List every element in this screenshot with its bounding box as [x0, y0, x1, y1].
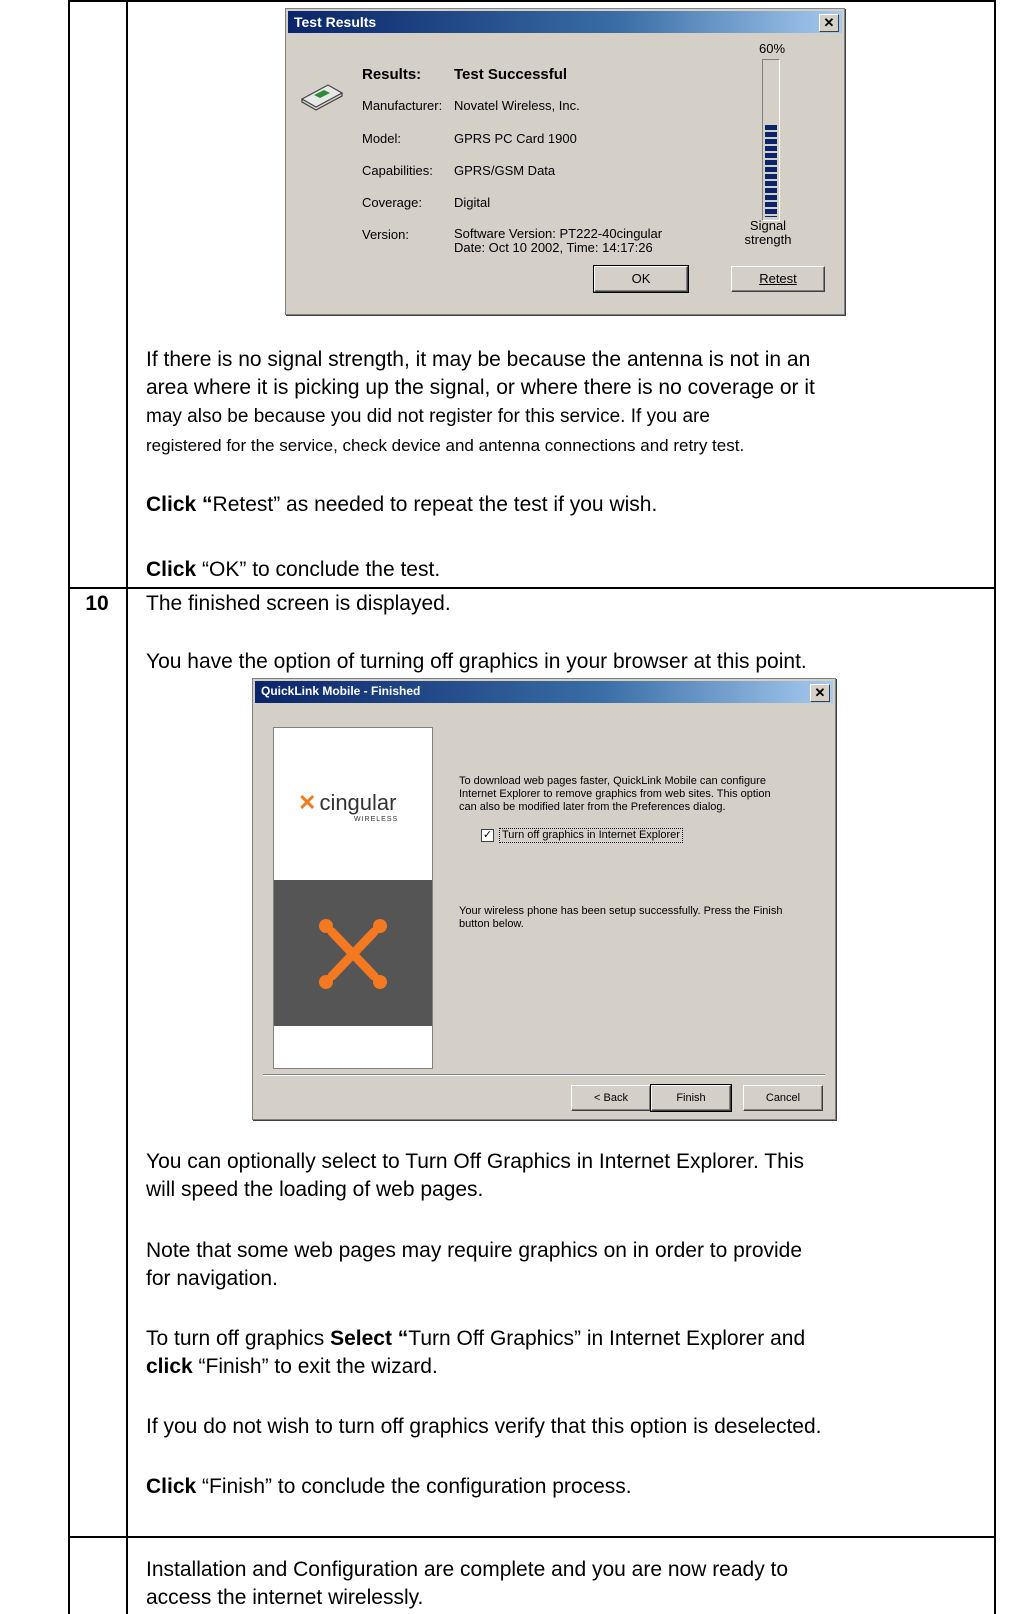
version-line: Date: Oct 10 2002, Time: 14:17:26	[454, 240, 653, 255]
capabilities-label: Capabilities:	[362, 163, 433, 178]
signal-meter-fill	[765, 125, 777, 217]
turn-off-graphics-label[interactable]: Turn off graphics in Internet Explorer	[499, 828, 683, 843]
wizard-side-panel: ✕ cingular WIRELESS	[273, 727, 433, 1069]
instruction-text: “OK” to conclude the test.	[196, 558, 441, 581]
cingular-x-icon	[319, 919, 387, 989]
paragraph-line: Note that some web pages may require gra…	[146, 1239, 803, 1262]
signal-meter	[762, 59, 780, 221]
note-paragraph: Note that some web pages may require gra…	[146, 1237, 982, 1293]
description-line: can also be modified later from the Pref…	[459, 801, 726, 813]
ok-instruction: Click “OK” to conclude the test.	[146, 556, 982, 584]
table-border-right	[994, 0, 996, 1614]
description-line: Your wireless phone has been setup succe…	[459, 905, 783, 917]
row-divider	[68, 587, 996, 589]
test-results-dialog: Test Results ✕ Results: Test Successful …	[285, 8, 845, 315]
signal-strength-label: Signal strength	[734, 219, 802, 247]
column-divider	[126, 0, 128, 1614]
model-label: Model:	[362, 131, 402, 146]
cingular-logo: ✕ cingular	[298, 790, 396, 816]
close-icon[interactable]: ✕	[819, 14, 839, 32]
verify-paragraph: If you do not wish to turn off graphics …	[146, 1415, 822, 1438]
dialog-titlebar: QuickLink Mobile - Finished ✕	[255, 681, 833, 703]
signal-label-line: Signal	[749, 218, 787, 233]
graphics-description: To download web pages faster, QuickLink …	[459, 775, 771, 814]
cingular-jack-graphic	[274, 880, 432, 1026]
retest-button[interactable]: Retest	[731, 266, 825, 292]
turnoff-paragraph: To turn off graphics Select “Turn Off Gr…	[146, 1325, 982, 1381]
paragraph-line: access the internet wirelessly.	[146, 1586, 424, 1609]
paragraph-line: may also be because you did not register…	[146, 406, 710, 427]
back-button[interactable]: < Back	[571, 1085, 651, 1111]
ok-button[interactable]: OK	[593, 265, 689, 293]
logo-text: cingular	[319, 790, 397, 815]
step-number: 10	[85, 592, 109, 615]
graphics-option-text: You have the option of turning off graph…	[146, 650, 807, 673]
signal-percent: 60%	[759, 41, 786, 56]
results-label: Results:	[362, 66, 422, 83]
table-border-top	[68, 0, 996, 2]
close-icon[interactable]: ✕	[810, 684, 830, 702]
cancel-button[interactable]: Cancel	[743, 1085, 823, 1111]
description-line: To download web pages faster, QuickLink …	[459, 775, 766, 787]
paragraph-line: Installation and Configuration are compl…	[146, 1558, 789, 1581]
pc-card-icon	[300, 84, 344, 111]
optional-paragraph: You can optionally select to Turn Off Gr…	[146, 1148, 982, 1204]
version-label: Version:	[362, 227, 409, 242]
retest-instruction: Click “Retest” as needed to repeat the t…	[146, 491, 982, 519]
quicklink-finished-dialog: QuickLink Mobile - Finished ✕ ✕ cingular …	[252, 678, 836, 1120]
signal-help-paragraph: If there is no signal strength, it may b…	[146, 346, 982, 460]
setup-success-text: Your wireless phone has been setup succe…	[459, 905, 782, 931]
paragraph-line: for navigation.	[146, 1267, 278, 1290]
manufacturer-value: Novatel Wireless, Inc.	[454, 98, 580, 113]
table-border-left	[68, 0, 70, 1614]
finish-instruction: Click “Finish” to conclude the configura…	[146, 1473, 982, 1501]
manufacturer-label: Manufacturer:	[362, 98, 443, 113]
finished-screen-text: The finished screen is displayed.	[146, 592, 451, 615]
instruction-text: Turn Off Graphics” in Internet Explorer …	[408, 1327, 806, 1350]
description-line: Internet Explorer to remove graphics fro…	[459, 788, 771, 800]
instruction-text: To turn off graphics	[146, 1327, 331, 1350]
paragraph-line: registered for the service, check device…	[146, 436, 745, 455]
finish-button[interactable]: Finish	[650, 1084, 732, 1112]
version-value: Software Version: PT222-40cingular Date:…	[454, 227, 662, 255]
completion-paragraph: Installation and Configuration are compl…	[146, 1556, 982, 1612]
capabilities-value: GPRS/GSM Data	[454, 163, 556, 178]
bold-select: Select “	[330, 1327, 409, 1350]
bold-click: Click “	[146, 493, 213, 516]
model-value: GPRS PC Card 1900	[454, 131, 577, 146]
instruction-text: “Finish” to exit the wizard.	[192, 1355, 438, 1378]
dialog-title: QuickLink Mobile - Finished	[261, 684, 421, 698]
turn-off-graphics-checkbox[interactable]: ✓	[481, 829, 494, 842]
bold-click: Click	[146, 558, 197, 581]
paragraph-line: will speed the loading of web pages.	[146, 1178, 484, 1201]
paragraph-line: You can optionally select to Turn Off Gr…	[146, 1150, 804, 1173]
wizard-separator	[263, 1074, 825, 1076]
bold-click: click	[146, 1355, 193, 1378]
paragraph-line: If there is no signal strength, it may b…	[146, 348, 811, 371]
instruction-text: “Finish” to conclude the configuration p…	[196, 1475, 632, 1498]
description-line: button below.	[459, 918, 524, 930]
row-divider	[68, 1536, 996, 1538]
signal-label-line: strength	[744, 232, 792, 247]
logo-subtext: WIRELESS	[354, 816, 399, 823]
instruction-text: Retest” as needed to repeat the test if …	[212, 493, 658, 516]
version-line: Software Version: PT222-40cingular	[454, 226, 663, 241]
coverage-value: Digital	[454, 195, 491, 210]
coverage-label: Coverage:	[362, 195, 422, 210]
dialog-title: Test Results	[294, 14, 377, 30]
results-value: Test Successful	[454, 66, 568, 83]
paragraph-line: area where it is picking up the signal, …	[146, 376, 815, 399]
dialog-titlebar: Test Results ✕	[288, 11, 842, 33]
cingular-x-icon: ✕	[298, 790, 317, 815]
bold-click: Click	[146, 1475, 197, 1498]
